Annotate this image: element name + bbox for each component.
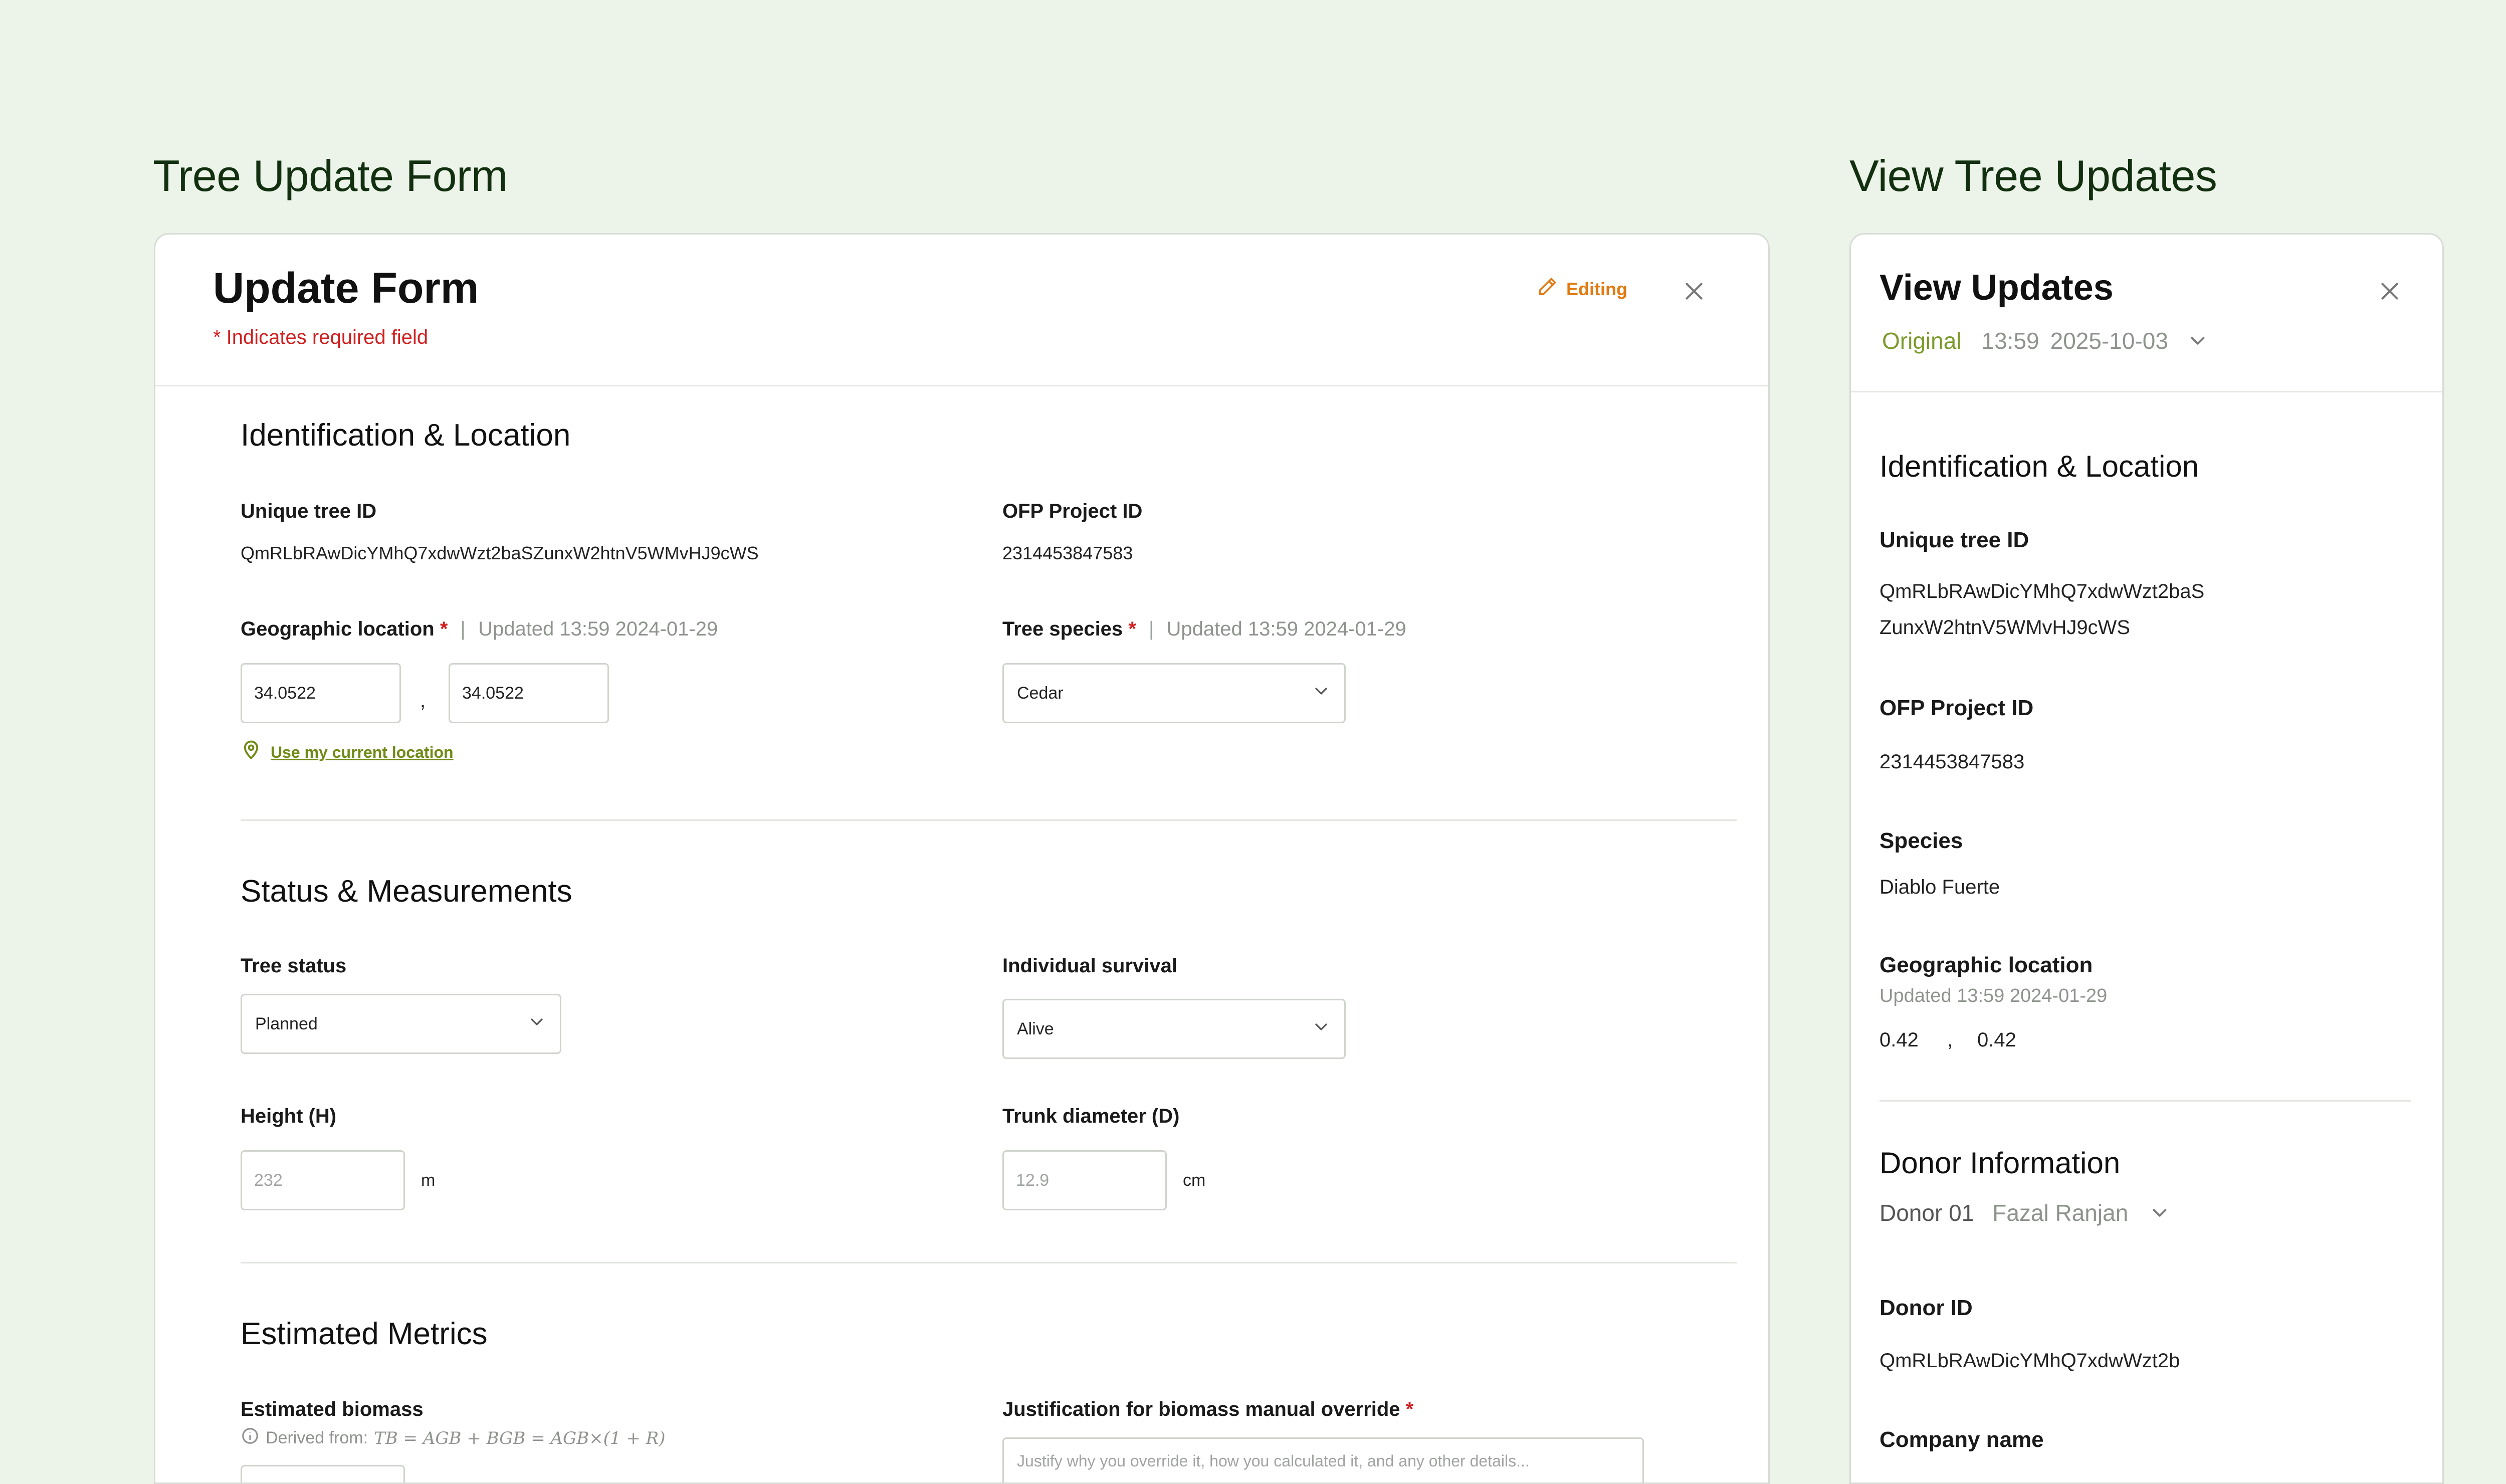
individual-survival-label: Individual survival: [1002, 955, 1178, 977]
view-ofp-project-id-label: OFP Project ID: [1880, 696, 2034, 720]
company-name-label: Company name: [1880, 1427, 2044, 1452]
close-form-button[interactable]: [1674, 272, 1714, 312]
use-current-location-text: Use my current location: [271, 743, 454, 761]
close-view-button[interactable]: [2370, 272, 2410, 312]
latitude-input[interactable]: [241, 663, 401, 723]
view-geographic-location-label: Geographic location: [1880, 953, 2093, 977]
required-field-note: * Indicates required field: [213, 326, 429, 348]
donor-name: Fazal Ranjan: [1992, 1200, 2129, 1226]
metrics-section-title: Estimated Metrics: [241, 1317, 488, 1351]
close-icon: [2377, 279, 2402, 306]
tree-species-select[interactable]: Cedar: [1002, 663, 1346, 723]
info-icon: [241, 1426, 260, 1450]
individual-survival-select[interactable]: Alive: [1002, 999, 1346, 1059]
geo-updated-timestamp: Updated 13:59 2024-01-29: [478, 618, 718, 640]
location-pin-icon: [241, 740, 262, 765]
chevron-down-icon: [2148, 1201, 2171, 1224]
geographic-location-label: Geographic location * | Updated 13:59 20…: [241, 618, 718, 640]
required-asterisk: *: [1405, 1398, 1414, 1420]
tree-status-label: Tree status: [241, 955, 347, 977]
view-species-label: Species: [1880, 828, 1963, 853]
form-title: Update Form: [213, 264, 479, 312]
biomass-formula: TB = AGB + BGB = AGB×(1 + R): [374, 1428, 666, 1448]
update-form-header: Update Form * Indicates required field E…: [155, 235, 1768, 386]
derived-from-label: Derived from:: [266, 1428, 368, 1447]
view-updates-title: View Updates: [1880, 268, 2114, 308]
tree-species-label: Tree species * | Updated 13:59 2024-01-2…: [1002, 618, 1406, 640]
trunk-diameter-label: Trunk diameter (D): [1002, 1105, 1180, 1127]
version-selector[interactable]: Original 13:59 2025-10-03: [1882, 327, 2209, 354]
view-unique-tree-id-line2: ZunxW2htnV5WMvHJ9cWS: [1880, 616, 2131, 639]
estimated-biomass-label: Estimated biomass: [241, 1398, 424, 1420]
trunk-diameter-unit: cm: [1183, 1171, 1206, 1190]
unique-tree-id-value: QmRLbRAwDicYMhQ7xdwWzt2baSZunxW2htnV5WMv…: [241, 543, 759, 563]
biomass-derivation-note: Derived from: TB = AGB + BGB = AGB×(1 + …: [241, 1426, 666, 1450]
donor-id-label: Donor ID: [1880, 1296, 1973, 1320]
tree-species-value: Cedar: [1017, 683, 1064, 703]
update-form-panel: Update Form * Indicates required field E…: [154, 233, 1770, 1484]
justification-textarea[interactable]: [1002, 1437, 1644, 1482]
close-icon: [1682, 279, 1707, 306]
view-species-value: Diablo Fuerte: [1880, 876, 2000, 898]
donor-selector[interactable]: Donor 01 Fazal Ranjan: [1880, 1199, 2171, 1226]
height-input[interactable]: [241, 1150, 405, 1210]
tree-status-select[interactable]: Planned: [241, 994, 561, 1054]
unique-tree-id-label: Unique tree ID: [241, 500, 377, 522]
identification-section-title: Identification & Location: [241, 418, 571, 453]
view-ofp-project-id-value: 2314453847583: [1880, 751, 2025, 773]
trunk-diameter-input[interactable]: [1002, 1150, 1167, 1210]
required-asterisk: *: [1128, 618, 1136, 640]
use-current-location-link[interactable]: Use my current location: [241, 740, 454, 765]
view-longitude-value: 0.42: [1977, 1029, 2016, 1051]
required-asterisk: *: [440, 618, 448, 640]
species-updated-timestamp: Updated 13:59 2024-01-29: [1166, 618, 1406, 640]
view-geo-updated-timestamp: Updated 13:59 2024-01-29: [1880, 985, 2108, 1006]
version-time: 13:59: [1981, 328, 2039, 354]
coordinate-comma: ,: [420, 690, 426, 712]
height-label: Height (H): [241, 1105, 337, 1127]
view-updates-header: View Updates Original 13:59 2025-10-03: [1851, 235, 2442, 392]
version-label: Original: [1882, 328, 1962, 354]
tree-update-form-heading: Tree Update Form: [153, 151, 508, 200]
editing-label: Editing: [1566, 278, 1627, 299]
ofp-project-id-value: 2314453847583: [1002, 543, 1133, 563]
justification-label: Justification for biomass manual overrid…: [1002, 1398, 1414, 1420]
version-date: 2025-10-03: [2050, 328, 2168, 354]
view-unique-tree-id-line1: QmRLbRAwDicYMhQ7xdwWzt2baS: [1880, 580, 2205, 602]
section-divider: [241, 1262, 1737, 1263]
status-section-title: Status & Measurements: [241, 874, 572, 909]
chevron-down-icon: [1311, 681, 1331, 706]
height-unit: m: [421, 1171, 436, 1190]
editing-indicator[interactable]: Editing: [1536, 276, 1627, 302]
individual-survival-value: Alive: [1017, 1019, 1054, 1038]
ofp-project-id-label: OFP Project ID: [1002, 500, 1143, 522]
view-coordinate-comma: ,: [1947, 1029, 1953, 1051]
estimated-biomass-input[interactable]: [241, 1465, 405, 1482]
view-tree-updates-heading: View Tree Updates: [1849, 151, 2217, 200]
chevron-down-icon: [1311, 1017, 1331, 1041]
donor-information-title: Donor Information: [1880, 1146, 2121, 1180]
donor-id-value: QmRLbRAwDicYMhQ7xdwWzt2b: [1880, 1350, 2180, 1372]
chevron-down-icon: [2186, 329, 2209, 352]
pencil-icon: [1536, 276, 1558, 302]
view-latitude-value: 0.42: [1880, 1029, 1919, 1051]
chevron-down-icon: [527, 1012, 547, 1036]
view-updates-panel: View Updates Original 13:59 2025-10-03 I…: [1849, 233, 2444, 1484]
section-divider: [241, 819, 1737, 821]
view-unique-tree-id-label: Unique tree ID: [1880, 528, 2029, 552]
view-section-divider: [1880, 1100, 2411, 1102]
longitude-input[interactable]: [449, 663, 609, 723]
view-identification-title: Identification & Location: [1880, 450, 2199, 483]
tree-status-value: Planned: [255, 1014, 318, 1033]
donor-number: Donor 01: [1880, 1200, 1975, 1226]
